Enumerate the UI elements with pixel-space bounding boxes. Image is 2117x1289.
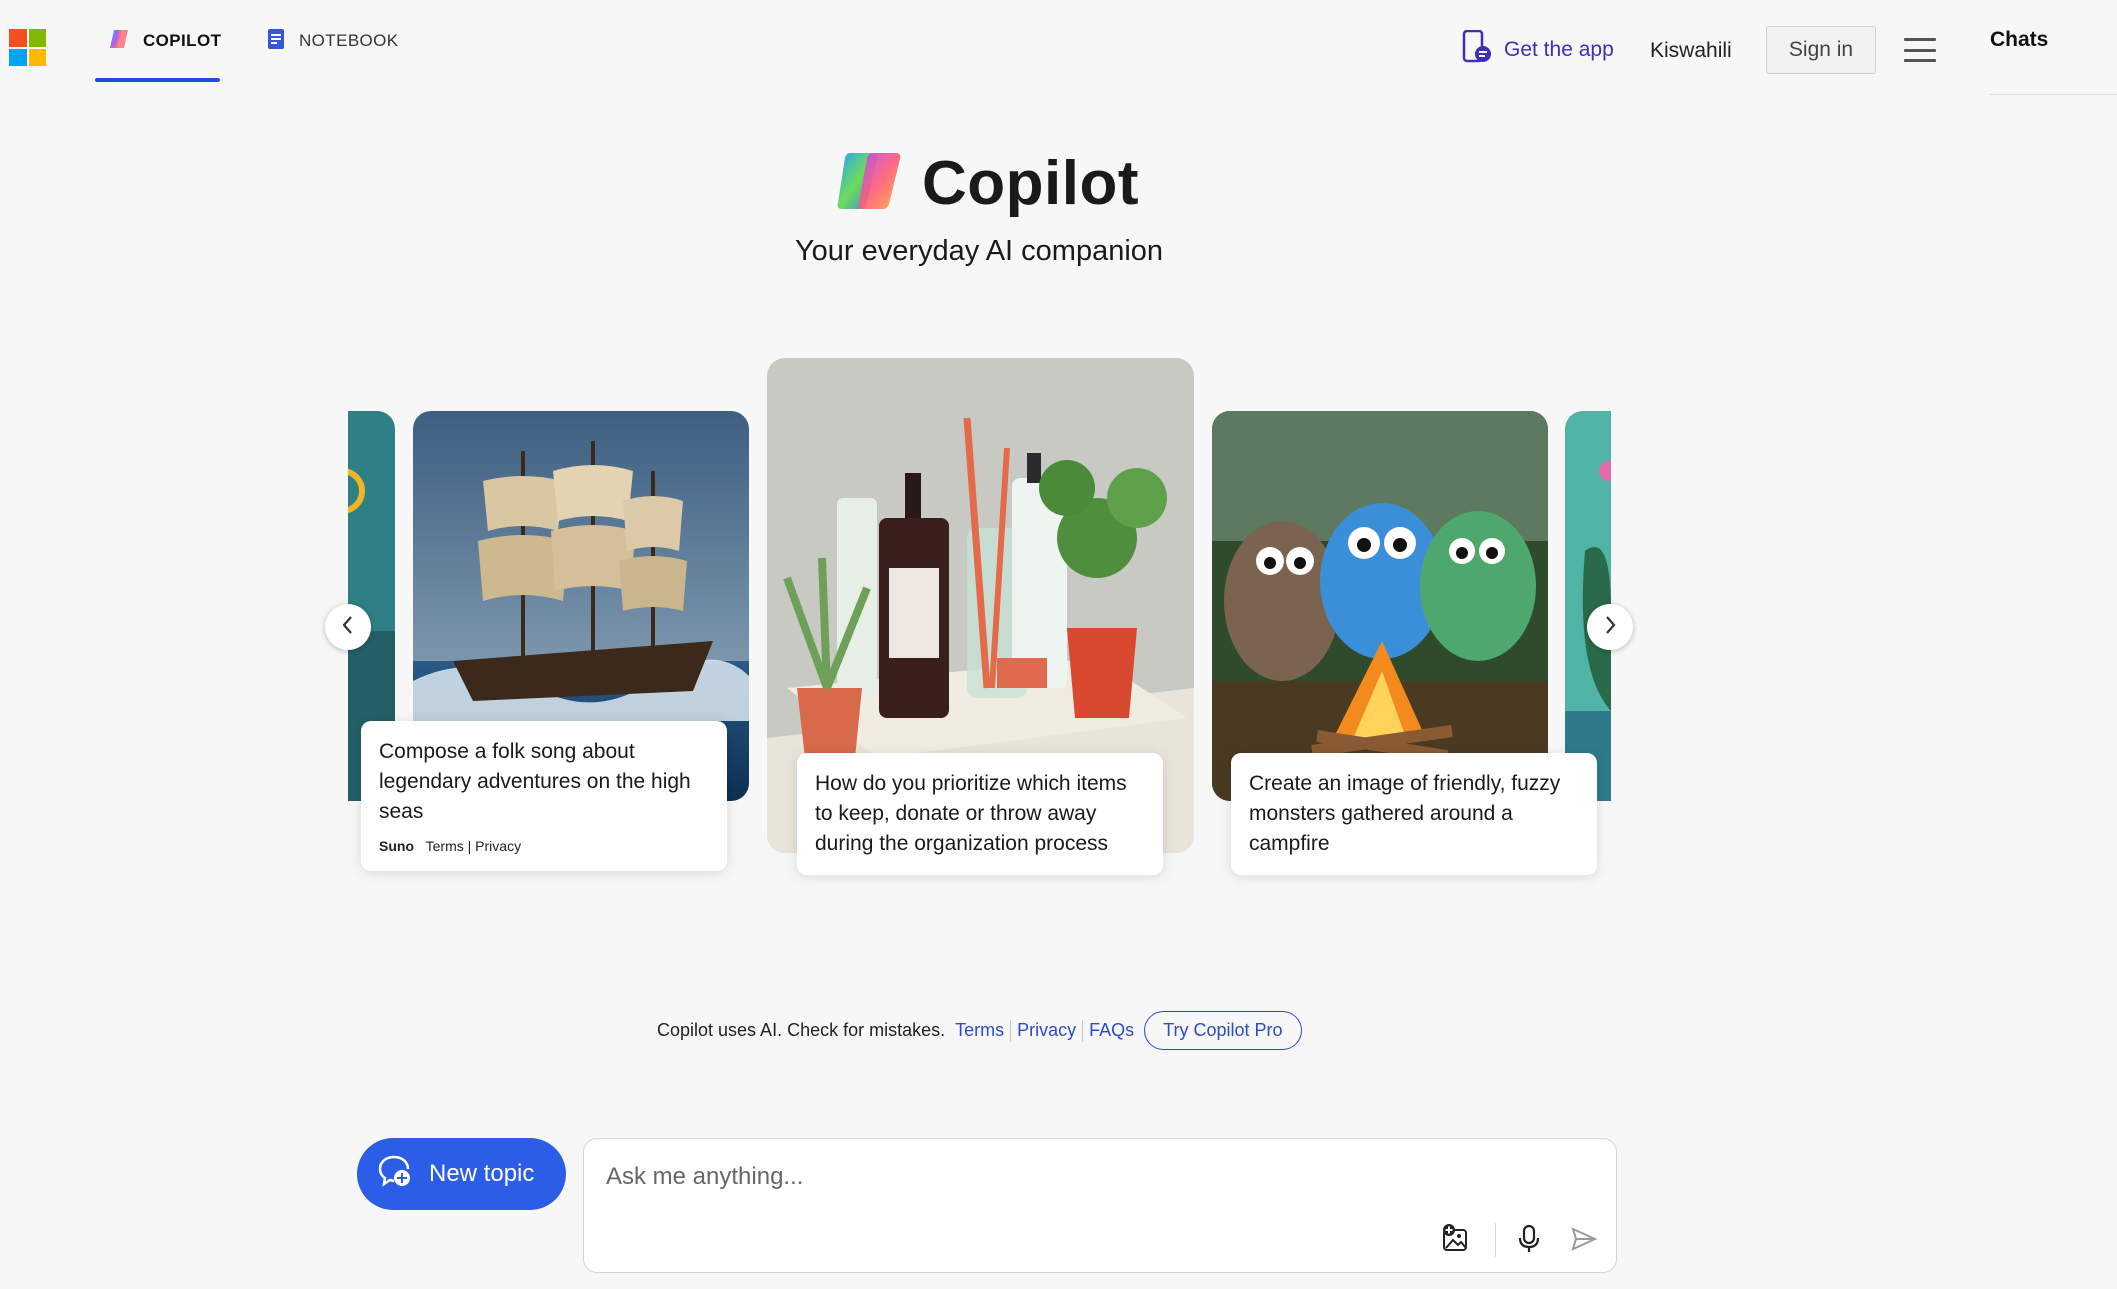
link-divider: [1010, 1019, 1012, 1042]
menu-icon[interactable]: [1904, 38, 1936, 62]
faqs-link[interactable]: FAQs: [1089, 1020, 1134, 1041]
new-chat-icon: [377, 1153, 413, 1196]
chats-panel-title[interactable]: Chats: [1990, 28, 2048, 52]
chat-composer[interactable]: [583, 1138, 1617, 1273]
chats-divider: [1990, 94, 2117, 95]
suno-terms-privacy-links[interactable]: Terms | Privacy: [426, 838, 521, 854]
disclaimer-text: Copilot uses AI. Check for mistakes.: [657, 1020, 946, 1040]
caption-text: How do you prioritize which items to kee…: [815, 772, 1127, 855]
carousel-card-monsters-image[interactable]: [1212, 411, 1548, 801]
ai-disclaimer: Copilot uses AI. Check for mistakes. Ter…: [657, 1011, 1302, 1050]
tab-copilot-label: COPILOT: [143, 31, 222, 50]
carousel-caption-organize[interactable]: How do you prioritize which items to kee…: [797, 753, 1163, 875]
notebook-icon: [265, 27, 287, 56]
carousel-next-button[interactable]: [1587, 604, 1633, 650]
carousel-caption-folk-song[interactable]: Compose a folk song about legendary adve…: [361, 721, 727, 871]
caption-text: Create an image of friendly, fuzzy monst…: [1249, 772, 1561, 855]
get-the-app-link[interactable]: Get the app: [1462, 29, 1614, 70]
suno-brand: Suno: [379, 838, 414, 854]
active-tab-indicator: [95, 78, 220, 82]
link-divider: [1082, 1019, 1084, 1042]
page-title: Copilot: [922, 149, 1139, 218]
microsoft-logo[interactable]: [9, 29, 46, 66]
caption-meta: Suno Terms | Privacy: [379, 837, 709, 855]
send-icon[interactable]: [1566, 1221, 1602, 1257]
hero-title-group: Copilot: [836, 148, 1139, 219]
terms-link[interactable]: Terms: [955, 1020, 1004, 1041]
tab-notebook-label: NOTEBOOK: [299, 31, 399, 50]
caption-text: Compose a folk song about legendary adve…: [379, 740, 691, 823]
tab-notebook[interactable]: NOTEBOOK: [265, 0, 399, 82]
privacy-link[interactable]: Privacy: [1017, 1020, 1076, 1041]
sign-in-button[interactable]: Sign in: [1766, 26, 1876, 74]
toolbar-divider: [1495, 1223, 1496, 1257]
language-selector[interactable]: Kiswahili: [1650, 39, 1732, 63]
microphone-icon[interactable]: [1511, 1221, 1547, 1257]
add-image-icon[interactable]: [1438, 1221, 1474, 1257]
new-topic-label: New topic: [429, 1160, 535, 1187]
new-topic-button[interactable]: New topic: [357, 1138, 566, 1210]
phone-chat-icon: [1462, 29, 1492, 70]
suggestion-carousel: Compose a folk song about legendary adve…: [348, 355, 1611, 895]
get-the-app-label: Get the app: [1504, 38, 1614, 61]
copilot-logo-icon: [836, 149, 904, 218]
copilot-logo-icon: [107, 27, 131, 56]
try-copilot-pro-button[interactable]: Try Copilot Pro: [1144, 1011, 1302, 1050]
carousel-caption-monsters[interactable]: Create an image of friendly, fuzzy monst…: [1231, 753, 1597, 875]
carousel-previous-button[interactable]: [325, 604, 371, 650]
tab-copilot[interactable]: COPILOT: [107, 0, 221, 82]
chevron-left-icon: [340, 615, 356, 640]
chevron-right-icon: [1602, 615, 1618, 640]
page-subtitle: Your everyday AI companion: [794, 235, 1164, 267]
ask-input[interactable]: [606, 1163, 1506, 1191]
